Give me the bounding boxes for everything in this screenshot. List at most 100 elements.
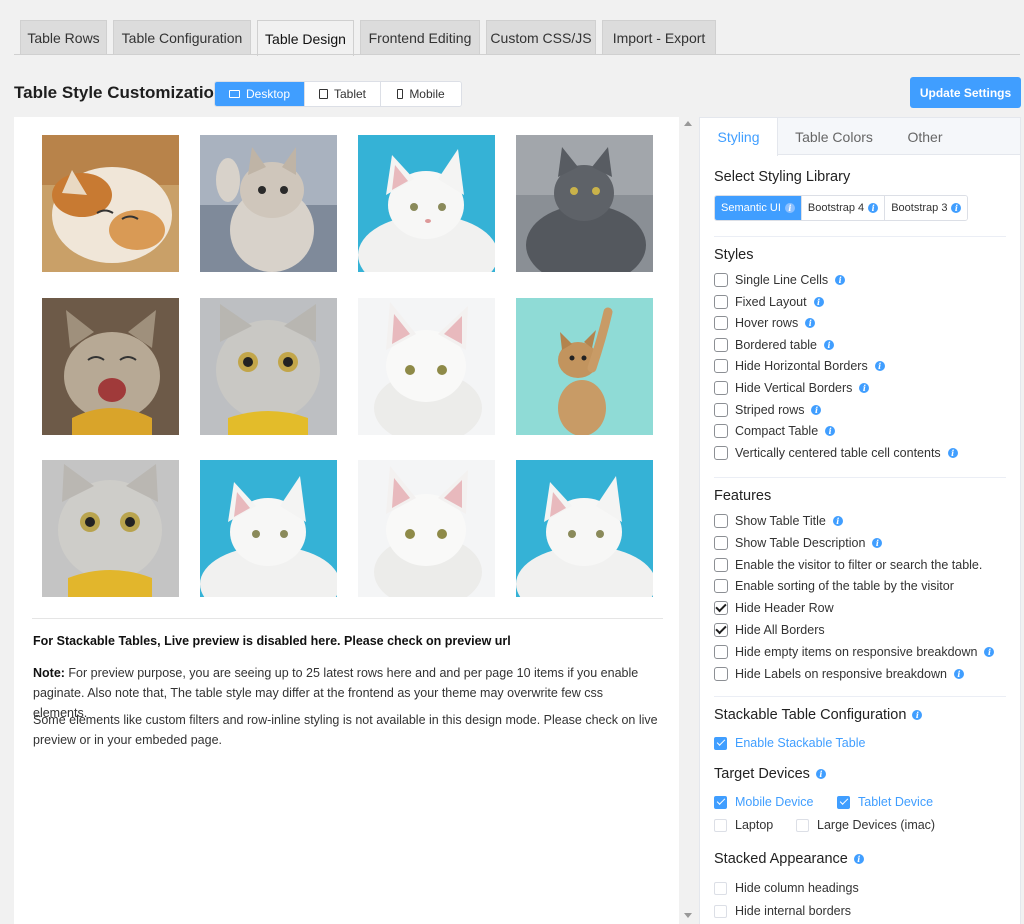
- target-large-devices-checkbox[interactable]: Large Devices (imac): [796, 815, 935, 835]
- checkbox-box[interactable]: [714, 601, 728, 616]
- checkbox-box[interactable]: [714, 623, 728, 637]
- cat-image-cell: [200, 135, 337, 272]
- cat-photo-white-blue-background-2: [200, 460, 337, 597]
- library-semantic-ui-button[interactable]: Semantic UI i: [715, 196, 802, 220]
- option-checkbox-row[interactable]: Hide empty items on responsive breakdown…: [714, 642, 995, 662]
- target-mobile-checkbox[interactable]: Mobile Device: [714, 792, 814, 812]
- library-bootstrap-3-button[interactable]: Bootstrap 3i: [885, 196, 968, 220]
- option-checkbox-row[interactable]: Hover rows i: [714, 313, 816, 333]
- tab-custom-css-js[interactable]: Custom CSS/JS: [486, 20, 596, 55]
- checkbox-box[interactable]: [714, 904, 727, 918]
- info-icon: i: [872, 537, 883, 548]
- hide-column-headings-checkbox[interactable]: Hide column headings: [714, 878, 859, 898]
- option-label: Single Line Cells: [735, 273, 829, 287]
- tab-table-rows[interactable]: Table Rows: [20, 20, 107, 55]
- option-checkbox-row[interactable]: Bordered table i: [714, 335, 835, 355]
- option-label: Show Table Description: [735, 535, 866, 550]
- device-desktop-button[interactable]: Desktop: [215, 82, 305, 106]
- option-checkbox-row[interactable]: Hide Vertical Borders i: [714, 378, 870, 398]
- cat-photo-ginger-kitten-reaching: [516, 298, 653, 435]
- hide-internal-borders-checkbox[interactable]: Hide internal borders: [714, 901, 851, 921]
- option-label: Hide All Borders: [735, 623, 825, 637]
- tab-table-design[interactable]: Table Design: [257, 20, 354, 56]
- target-devices-heading: Target Devices i: [714, 766, 826, 782]
- desktop-icon: [228, 90, 240, 98]
- option-checkbox-row[interactable]: Compact Table i: [714, 421, 836, 441]
- option-label: Show Table Title: [735, 514, 826, 528]
- option-checkbox-row[interactable]: Single Line Cells i: [714, 270, 846, 290]
- checkbox-box[interactable]: [714, 337, 728, 352]
- option-label: Hide empty items on responsive breakdown: [735, 644, 978, 659]
- option-checkbox-row[interactable]: Vertically centered table cell contents i: [714, 443, 958, 463]
- option-label: Enable sorting of the table by the visit…: [735, 579, 954, 594]
- tab-table-configuration[interactable]: Table Configuration: [113, 20, 251, 55]
- styling-library-switcher: Semantic UI i Bootstrap 4i Bootstrap 3i: [714, 195, 969, 221]
- update-settings-button[interactable]: Update Settings: [910, 77, 1021, 108]
- info-icon: i: [953, 668, 964, 679]
- checkbox-box[interactable]: [714, 666, 728, 681]
- checkbox-box[interactable]: [796, 818, 809, 832]
- cat-image-cell: [200, 298, 337, 435]
- library-bootstrap-4-button[interactable]: Bootstrap 4i: [801, 196, 886, 220]
- option-label: Bordered table: [735, 337, 818, 352]
- scroll-up-arrow-icon[interactable]: [684, 121, 692, 126]
- device-tablet-button[interactable]: Tablet: [305, 82, 381, 106]
- option-label: Striped rows: [735, 402, 805, 417]
- cat-photo-grey-kitten-yellow-scarf: [200, 298, 337, 435]
- enable-stackable-checkbox[interactable]: Enable Stackable Table: [714, 733, 865, 753]
- checkbox-box[interactable]: [714, 402, 728, 417]
- stacked-appearance-heading: Stacked Appearance i: [714, 851, 864, 867]
- tab-other[interactable]: Other: [890, 118, 960, 155]
- cat-image-cell: [358, 460, 495, 597]
- checkbox-box[interactable]: [714, 445, 728, 460]
- option-label: Hide Labels on responsive breakdown: [735, 666, 947, 681]
- cat-image-cell: [200, 460, 337, 597]
- option-checkbox-row[interactable]: Hide Labels on responsive breakdown i: [714, 664, 964, 684]
- checkbox-box[interactable]: [714, 818, 727, 832]
- checkbox-box[interactable]: [714, 514, 728, 528]
- checkbox-box[interactable]: [714, 381, 728, 395]
- tab-table-colors[interactable]: Table Colors: [778, 118, 890, 155]
- scroll-down-arrow-icon[interactable]: [684, 913, 692, 918]
- option-checkbox-row[interactable]: Show Table Description i: [714, 533, 883, 553]
- checkbox-box[interactable]: [714, 736, 727, 750]
- tab-styling[interactable]: Styling: [700, 118, 778, 156]
- tab-import-export[interactable]: Import - Export: [602, 20, 716, 55]
- option-checkbox-row[interactable]: Enable the visitor to filter or search t…: [714, 555, 982, 575]
- option-checkbox-row[interactable]: Striped rows i: [714, 400, 822, 420]
- checkbox-box[interactable]: [714, 294, 728, 309]
- checkbox-box[interactable]: [714, 795, 727, 809]
- option-label: Hover rows: [735, 316, 799, 331]
- info-icon: i: [984, 646, 995, 657]
- option-checkbox-row[interactable]: Hide All Borders: [714, 620, 825, 640]
- checkbox-box[interactable]: [714, 579, 728, 594]
- checkbox-box[interactable]: [714, 881, 727, 895]
- checkbox-box[interactable]: [714, 316, 728, 331]
- option-checkbox-row[interactable]: Hide Horizontal Borders i: [714, 356, 885, 376]
- checkbox-box[interactable]: [714, 535, 728, 550]
- checkbox-box[interactable]: [714, 557, 728, 572]
- stackable-config-heading: Stackable Table Configuration i: [714, 707, 923, 723]
- checkbox-box[interactable]: [714, 424, 728, 439]
- option-label: Enable the visitor to filter or search t…: [735, 557, 983, 572]
- option-checkbox-row[interactable]: Fixed Layout i: [714, 292, 824, 312]
- cat-photo-tabby-kitten-waving: [200, 135, 337, 272]
- checkbox-box[interactable]: [714, 359, 728, 374]
- info-icon: i: [947, 447, 958, 458]
- checkbox-box[interactable]: [837, 795, 850, 809]
- option-checkbox-row[interactable]: Enable sorting of the table by the visit…: [714, 576, 954, 596]
- device-mobile-button[interactable]: Mobile: [381, 82, 461, 106]
- option-label: Vertically centered table cell contents: [735, 445, 941, 460]
- tab-frontend-editing[interactable]: Frontend Editing: [360, 20, 480, 55]
- cat-image-cell: [358, 298, 495, 435]
- tablet-icon: [318, 89, 328, 99]
- checkbox-box[interactable]: [714, 644, 728, 659]
- checkbox-box[interactable]: [714, 273, 728, 287]
- target-laptop-checkbox[interactable]: Laptop: [714, 815, 773, 835]
- preview-scrollbar[interactable]: [681, 117, 695, 924]
- target-tablet-checkbox[interactable]: Tablet Device: [837, 792, 933, 812]
- option-checkbox-row[interactable]: Hide Header Row: [714, 598, 834, 618]
- cat-photo-white-kitten: [358, 298, 495, 435]
- option-checkbox-row[interactable]: Show Table Title i: [714, 511, 843, 531]
- settings-tabs: Styling Table Colors Other: [700, 118, 1020, 156]
